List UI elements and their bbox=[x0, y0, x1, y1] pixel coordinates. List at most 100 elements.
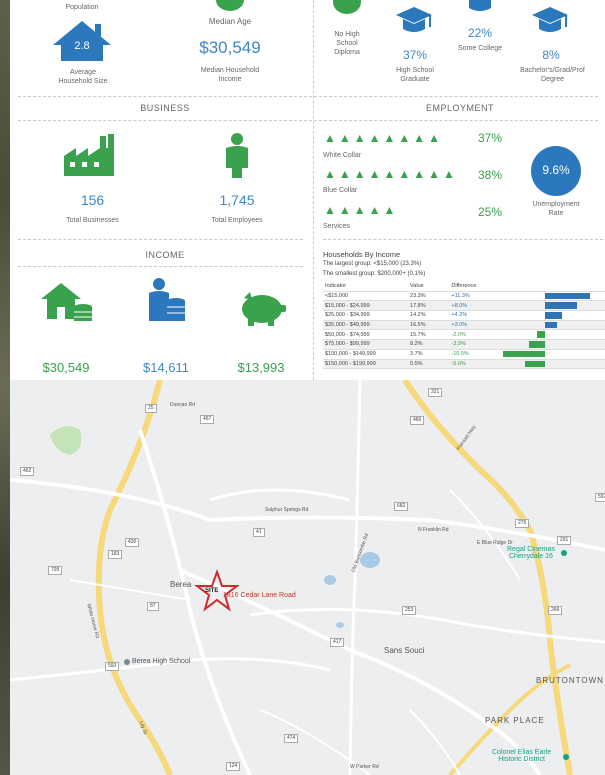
employee-icon bbox=[226, 133, 248, 178]
blue-collar-pct: 38% bbox=[478, 168, 503, 182]
total-employees-value: 1,745 bbox=[219, 192, 255, 208]
divider bbox=[18, 120, 598, 121]
location-map[interactable]: SITE 1816 Cedar Lane Road Berea Sans Sou… bbox=[10, 380, 605, 775]
services-pct: 25% bbox=[478, 205, 503, 219]
bachelors-label: Bachelor's/Grad/Prof Degree bbox=[520, 67, 585, 83]
route-shield: 597 bbox=[595, 493, 605, 502]
value-cell: 8.2% bbox=[408, 339, 450, 350]
value-cell: 17.8% bbox=[408, 300, 450, 312]
route-shield: 25 bbox=[145, 404, 157, 413]
total-employees-label: Total Employees bbox=[211, 217, 263, 224]
white-collar-label: White Collar bbox=[323, 152, 362, 159]
divider bbox=[18, 266, 303, 267]
employment-section-title: EMPLOYMENT bbox=[425, 103, 494, 113]
services-label: Services bbox=[323, 223, 350, 230]
graduation-cap-icon bbox=[532, 7, 568, 32]
route-shield: 466 bbox=[410, 416, 425, 425]
difference-bar bbox=[503, 350, 545, 358]
route-shield: 266 bbox=[548, 606, 563, 615]
difference-cell: -3.9% bbox=[449, 339, 500, 350]
households-income-table: Indicator Value Difference <$15,000 23.3%… bbox=[323, 282, 605, 370]
column-header: Difference bbox=[449, 282, 500, 292]
piggy-bank-icon bbox=[242, 292, 286, 326]
place-label: Berea High School bbox=[132, 658, 191, 665]
site-marker-label: SITE bbox=[205, 588, 219, 594]
difference-bar bbox=[544, 292, 590, 300]
route-shield: 124 bbox=[226, 762, 241, 771]
route-shield: 183 bbox=[108, 550, 123, 559]
route-shield: 321 bbox=[428, 388, 443, 397]
table-body: <$15,000 23.3% +11.3% $15,000 - $24,999 17.8… bbox=[323, 291, 605, 370]
place-label: PARK PLACE bbox=[485, 716, 545, 725]
high-school-label: High School Graduate bbox=[396, 67, 434, 83]
pin-icon bbox=[563, 754, 569, 760]
table-row: $75,000 - $99,999 8.2% -3.9% bbox=[323, 339, 605, 350]
difference-bar-cell bbox=[499, 339, 605, 350]
factory-icon bbox=[64, 134, 114, 176]
graduation-cap-icon bbox=[396, 7, 432, 32]
infographic-panel: Population 2.8 Average Household Size Me… bbox=[10, 0, 605, 380]
total-businesses-label: Total Businesses bbox=[66, 217, 119, 224]
route-shield: 593 bbox=[105, 662, 120, 671]
difference-bar-cell bbox=[499, 291, 605, 302]
person-with-coins-icon bbox=[149, 278, 185, 321]
difference-cell: +11.3% bbox=[449, 291, 500, 302]
income-section-title: INCOME bbox=[145, 250, 185, 260]
avg-household-size-label: Average Household Size bbox=[58, 69, 108, 85]
some-college-pct: 22% bbox=[467, 26, 493, 40]
pin-icon bbox=[124, 659, 130, 665]
column-header-bar bbox=[499, 282, 605, 292]
blue-collar-label: Blue Collar bbox=[323, 187, 358, 194]
difference-bar bbox=[544, 312, 562, 319]
divider bbox=[18, 239, 303, 240]
difference-cell: -5.0% bbox=[449, 359, 500, 370]
table-row: $50,000 - $74,999 15.7% -2.0% bbox=[323, 329, 605, 341]
route-shield: 467 bbox=[200, 415, 215, 424]
indicator-cell: $35,000 - $49,999 bbox=[323, 320, 409, 331]
route-shield: 462 bbox=[20, 467, 35, 476]
column-header: Value bbox=[408, 282, 450, 292]
route-shield: 474 bbox=[284, 734, 299, 743]
population-label: Population bbox=[65, 4, 99, 11]
largest-group-text: The largest group: <$15,000 (23.3%) bbox=[323, 261, 422, 267]
route-shield: 291 bbox=[557, 536, 572, 545]
per-capita-income-value: $14,611 bbox=[142, 360, 190, 375]
table-row: $15,000 - $24,999 17.8% +8.0% bbox=[323, 300, 605, 312]
no-high-school-label: No High School Diploma bbox=[334, 31, 360, 56]
divider bbox=[18, 96, 598, 97]
table-header-row: Indicator Value Difference bbox=[323, 282, 605, 292]
unemployment-value: 9.6% bbox=[542, 163, 570, 177]
total-businesses-value: 156 bbox=[80, 192, 105, 208]
indicator-cell: $50,000 - $74,999 bbox=[323, 329, 409, 341]
house-with-coins-icon bbox=[41, 283, 92, 321]
indicator-cell: <$15,000 bbox=[323, 291, 409, 302]
route-shield: 276 bbox=[515, 519, 530, 528]
median-age-label: Median Age bbox=[208, 17, 252, 26]
difference-cell: -2.0% bbox=[449, 329, 500, 341]
table-row: $25,000 - $34,999 14.2% +4.2% bbox=[323, 310, 605, 321]
smallest-group-text: The smallest group: $200,000+ (0.1%) bbox=[323, 271, 426, 277]
difference-bar bbox=[529, 341, 545, 348]
indicator-cell: $100,000 - $149,999 bbox=[323, 349, 409, 360]
households-by-income-title: Households By Income bbox=[323, 250, 401, 259]
road-label: Duncan Rd bbox=[170, 402, 196, 408]
value-cell: 23.3% bbox=[408, 291, 450, 302]
value-cell: 16.5% bbox=[408, 320, 450, 331]
median-household-income-label: Median Household Income bbox=[200, 67, 260, 83]
route-shield: 253 bbox=[402, 606, 417, 615]
place-label: Sans Souci bbox=[384, 646, 425, 655]
background-photo-strip bbox=[0, 0, 10, 775]
road-label: E Blue Ridge Dr bbox=[477, 540, 513, 546]
difference-bar-cell bbox=[499, 329, 605, 341]
median-household-income-value: $30,549 bbox=[42, 360, 90, 375]
divider bbox=[323, 239, 603, 240]
difference-bar-cell bbox=[499, 320, 605, 331]
road-label: Sulphur Springs Rd bbox=[265, 507, 309, 513]
services-workers-icons: ▲▲▲▲▲ bbox=[324, 203, 399, 217]
table-row: $100,000 - $149,999 3.7% -10.5% bbox=[323, 349, 605, 360]
difference-bar-cell bbox=[499, 300, 605, 312]
business-section-title: BUSINESS bbox=[140, 103, 190, 113]
blue-collar-workers-icons: ▲▲▲▲▲▲▲▲▲ bbox=[324, 167, 458, 181]
value-cell: 14.2% bbox=[408, 310, 450, 321]
column-header: Indicator bbox=[323, 282, 409, 292]
